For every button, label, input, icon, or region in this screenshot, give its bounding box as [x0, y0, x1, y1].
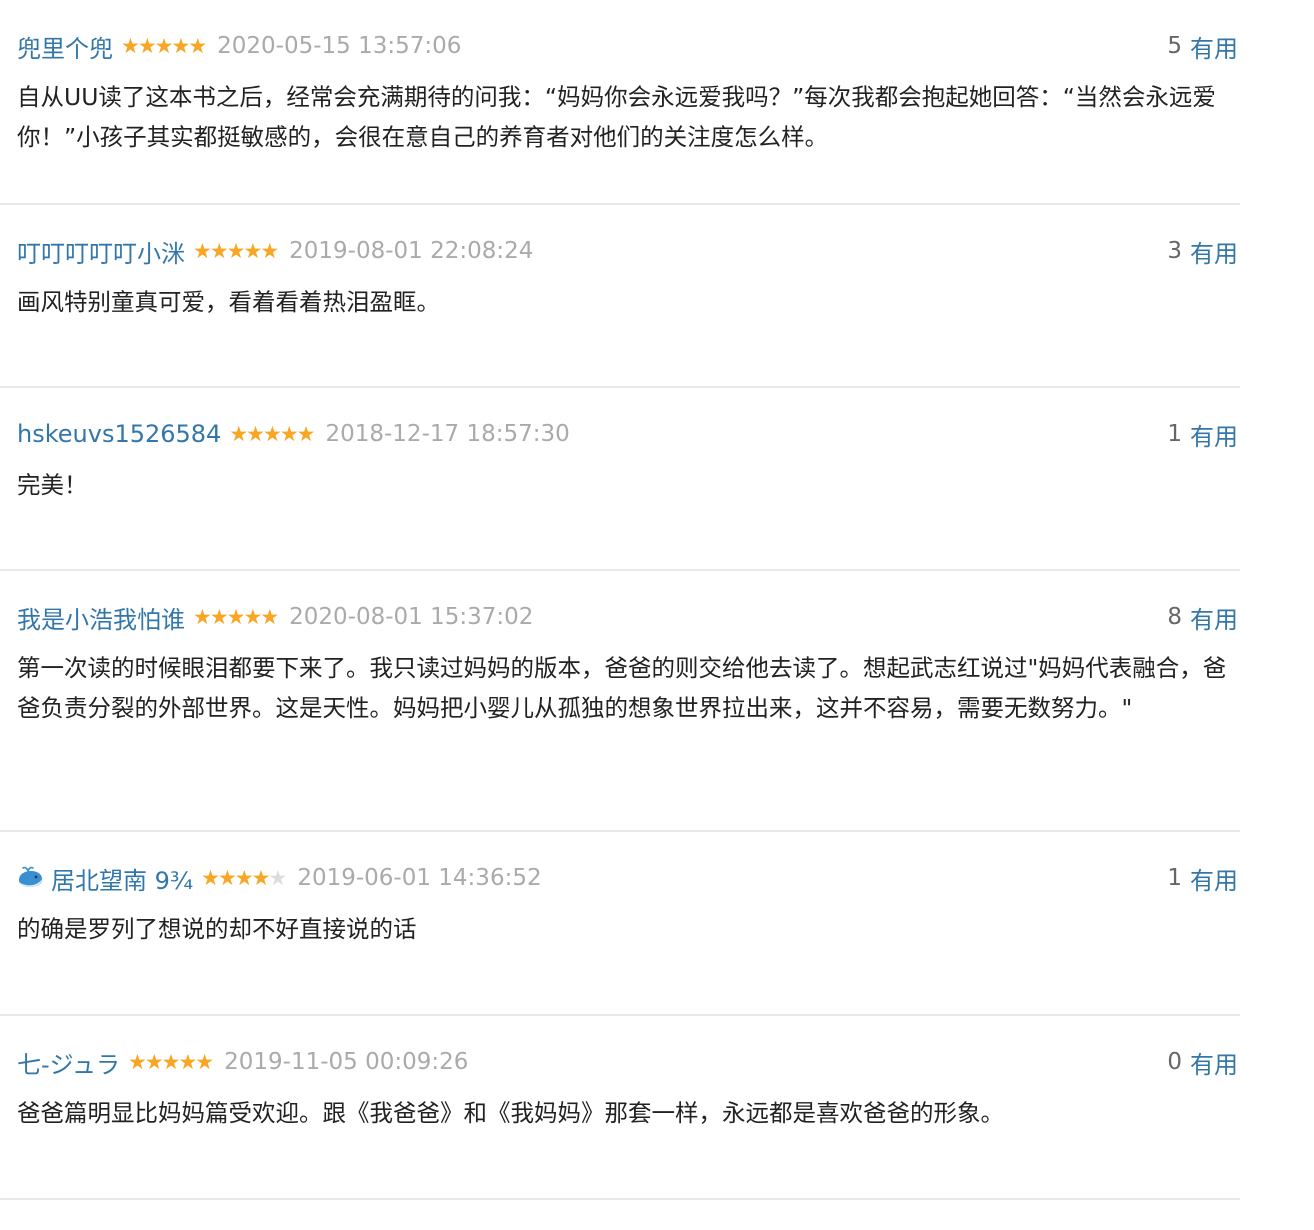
- review-item: 叮叮叮叮叮小洣 ★ ★ ★ ★ ★ 2019-08-01 22:08:24 3 有用 画…: [0, 205, 1240, 388]
- review-text: 画风特别童真可爱，看着看着热泪盈眶。: [17, 288, 440, 316]
- vote-area: 1 有用: [1167, 417, 1238, 452]
- star-filled-icon: ★: [260, 604, 279, 629]
- comment-time: 2019-11-05 00:09:26: [224, 1049, 469, 1075]
- review-item: hskeuvs1526584 ★ ★ ★ ★ ★ 2018-12-17 18:57:30…: [0, 388, 1240, 571]
- star-filled-icon: ★: [296, 421, 316, 446]
- rating-stars: ★ ★ ★ ★ ★: [193, 604, 279, 629]
- star-filled-icon: ★: [171, 33, 190, 58]
- star-filled-icon: ★: [209, 238, 229, 263]
- star-filled-icon: ★: [243, 604, 262, 629]
- useful-vote-button[interactable]: 有用: [1190, 234, 1238, 269]
- star-filled-icon: ★: [246, 421, 265, 446]
- review-item: 我是小浩我怕谁 ★ ★ ★ ★ ★ 2020-08-01 15:37:02 8 有用 第…: [0, 571, 1240, 832]
- username-link[interactable]: hskeuvs1526584: [17, 420, 221, 448]
- vote-area: 8 有用: [1167, 600, 1238, 635]
- star-filled-icon: ★: [127, 1049, 147, 1074]
- star-filled-icon: ★: [226, 238, 246, 263]
- vote-count: 8: [1167, 604, 1182, 630]
- useful-vote-button[interactable]: 有用: [1190, 29, 1238, 64]
- star-filled-icon: ★: [201, 865, 220, 890]
- star-filled-icon: ★: [218, 865, 237, 890]
- comment-time: 2020-08-01 15:37:02: [289, 604, 534, 630]
- vote-count: 5: [1167, 33, 1182, 59]
- star-filled-icon: ★: [193, 238, 212, 263]
- star-empty-icon: ★: [268, 865, 287, 890]
- star-filled-icon: ★: [229, 421, 248, 446]
- useful-vote-button[interactable]: 有用: [1190, 600, 1238, 635]
- star-filled-icon: ★: [209, 604, 229, 629]
- review-item: 兜里个兜 ★ ★ ★ ★ ★ 2020-05-15 13:57:06 5 有用 自从UU…: [0, 0, 1240, 205]
- review-item: 居北望南 9¾ ★ ★ ★ ★ ★ 2019-06-01 14:36:52 1 有用 的…: [0, 832, 1240, 1016]
- star-filled-icon: ★: [226, 604, 246, 629]
- review-header: 叮叮叮叮叮小洣 ★ ★ ★ ★ ★ 2019-08-01 22:08:24 3 有用: [17, 231, 1238, 271]
- star-filled-icon: ★: [188, 33, 207, 58]
- review-header: hskeuvs1526584 ★ ★ ★ ★ ★ 2018-12-17 18:57:30…: [17, 414, 1238, 454]
- star-filled-icon: ★: [260, 238, 279, 263]
- comment-time: 2018-12-17 18:57:30: [325, 421, 570, 447]
- vote-count: 0: [1167, 1049, 1182, 1075]
- rating-stars: ★ ★ ★ ★ ★: [193, 238, 279, 263]
- comment-time: 2019-08-01 22:08:24: [289, 238, 534, 264]
- star-filled-icon: ★: [251, 865, 271, 890]
- star-filled-icon: ★: [178, 1049, 197, 1074]
- review-item: 七-ジュラ ★ ★ ★ ★ ★ 2019-11-05 00:09:26 0 有用 爸爸篇…: [0, 1016, 1240, 1200]
- vote-area: 1 有用: [1167, 861, 1238, 896]
- star-filled-icon: ★: [243, 238, 262, 263]
- vote-count: 1: [1167, 865, 1182, 891]
- star-filled-icon: ★: [121, 33, 140, 58]
- comment-time: 2020-05-15 13:57:06: [217, 33, 462, 59]
- star-filled-icon: ★: [161, 1049, 181, 1074]
- username-link[interactable]: 七-ジュラ: [17, 1045, 120, 1080]
- star-filled-icon: ★: [279, 421, 299, 446]
- star-filled-icon: ★: [193, 604, 212, 629]
- username-link[interactable]: 我是小浩我怕谁: [17, 600, 185, 635]
- whale-icon: [17, 866, 45, 890]
- vote-area: 3 有用: [1167, 234, 1238, 269]
- review-text: 自从UU读了这本书之后，经常会充满期待的问我：“妈妈你会永远爱我吗？”每次我都会…: [17, 83, 1216, 151]
- username-link[interactable]: 叮叮叮叮叮小洣: [17, 234, 185, 269]
- star-filled-icon: ★: [262, 421, 282, 446]
- star-filled-icon: ★: [195, 1049, 214, 1074]
- useful-vote-button[interactable]: 有用: [1190, 861, 1238, 896]
- username-link[interactable]: 兜里个兜: [17, 29, 113, 64]
- star-filled-icon: ★: [144, 1049, 164, 1074]
- star-filled-icon: ★: [137, 33, 157, 58]
- rating-stars: ★ ★ ★ ★ ★: [229, 421, 316, 446]
- vote-area: 5 有用: [1167, 29, 1238, 64]
- review-text: 完美！: [17, 471, 88, 499]
- useful-vote-button[interactable]: 有用: [1190, 1045, 1238, 1080]
- vote-count: 3: [1167, 238, 1182, 264]
- review-header: 居北望南 9¾ ★ ★ ★ ★ ★ 2019-06-01 14:36:52 1 有用: [17, 858, 1238, 898]
- review-text: 爸爸篇明显比妈妈篇受欢迎。跟《我爸爸》和《我妈妈》那套一样，永远都是喜欢爸爸的形…: [17, 1099, 1004, 1127]
- review-text: 的确是罗列了想说的却不好直接说的话: [17, 915, 417, 943]
- review-header: 兜里个兜 ★ ★ ★ ★ ★ 2020-05-15 13:57:06 5 有用: [17, 26, 1238, 66]
- star-filled-icon: ★: [234, 865, 254, 890]
- rating-stars: ★ ★ ★ ★ ★: [121, 33, 207, 58]
- useful-vote-button[interactable]: 有用: [1190, 417, 1238, 452]
- username-link[interactable]: 居北望南 9¾: [51, 861, 193, 896]
- rating-stars: ★ ★ ★ ★ ★: [201, 865, 287, 890]
- review-text: 第一次读的时候眼泪都要下来了。我只读过妈妈的版本，爸爸的则交给他去读了。想起武志…: [17, 654, 1227, 722]
- review-header: 我是小浩我怕谁 ★ ★ ★ ★ ★ 2020-08-01 15:37:02 8 有用: [17, 597, 1238, 637]
- review-header: 七-ジュラ ★ ★ ★ ★ ★ 2019-11-05 00:09:26 0 有用: [17, 1042, 1238, 1082]
- vote-count: 1: [1167, 421, 1182, 447]
- rating-stars: ★ ★ ★ ★ ★: [127, 1049, 214, 1074]
- star-filled-icon: ★: [154, 33, 174, 58]
- vote-area: 0 有用: [1167, 1045, 1238, 1080]
- comment-time: 2019-06-01 14:36:52: [297, 865, 542, 891]
